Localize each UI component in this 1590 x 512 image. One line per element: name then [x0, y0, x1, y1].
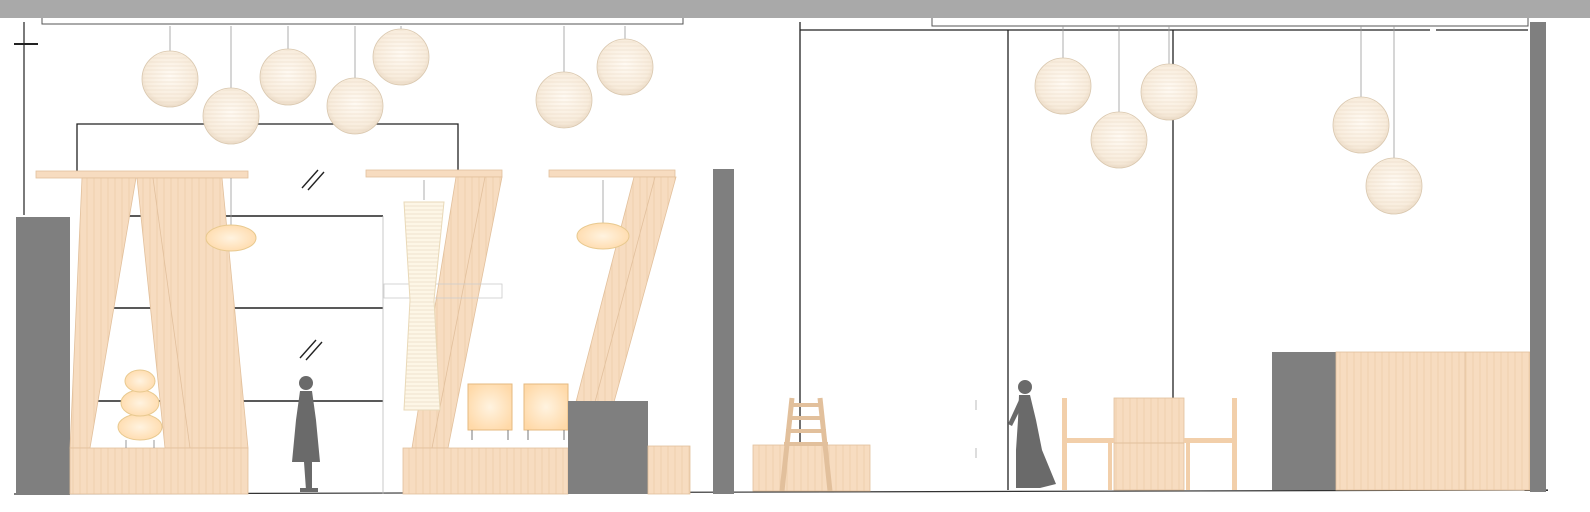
stacked-paper-lantern-icon: [117, 369, 163, 448]
wood-display-unit-right: [548, 169, 677, 403]
ladder-shelf: [752, 397, 871, 492]
paper-lantern-pendant-icon: [1140, 26, 1198, 121]
right-wall: [1530, 22, 1546, 492]
ceiling-band: [0, 0, 1590, 18]
wood-wall-panel: [1335, 351, 1531, 491]
paper-lantern-pendant-icon: [1090, 26, 1148, 169]
grey-counter: [568, 401, 648, 494]
glass-hatch-icon: [299, 169, 325, 361]
person-silhouette-icon: [292, 376, 320, 492]
cube-lamp-icon: [523, 383, 569, 440]
paper-lantern-pendant-icon: [141, 26, 199, 108]
paper-lantern-pendant-icon: [202, 26, 260, 145]
section-marker: [14, 22, 38, 215]
paper-lantern-pendant-icon: [535, 26, 593, 129]
canopy-frame: [76, 123, 459, 172]
wood-box: [647, 445, 691, 495]
paper-lantern-pendant-icon: [326, 26, 384, 135]
paper-lantern-pendant-icon: [1034, 26, 1092, 115]
grey-cabinet: [1272, 352, 1336, 490]
pendant-lanterns: [141, 26, 1423, 215]
ceiling: [0, 0, 1590, 27]
person-silhouette-icon: [1008, 380, 1056, 488]
paper-lantern-pendant-icon: [372, 26, 430, 86]
paper-lantern-pendant-icon: [259, 26, 317, 106]
table-and-chairs: [1062, 397, 1237, 491]
wood-display-unit-center: [365, 169, 569, 495]
cube-lamp-icon: [467, 383, 513, 440]
paper-lantern-pendant-icon: [1332, 26, 1390, 154]
grey-pillar: [713, 169, 734, 494]
ceiling-line-left: [41, 18, 684, 25]
oval-pendant-lantern-icon: [576, 180, 630, 250]
paper-lantern-pendant-icon: [596, 26, 654, 96]
left-wall: [16, 217, 70, 495]
interior-elevation-drawing: [0, 0, 1590, 495]
ceiling-line-right: [931, 18, 1529, 27]
